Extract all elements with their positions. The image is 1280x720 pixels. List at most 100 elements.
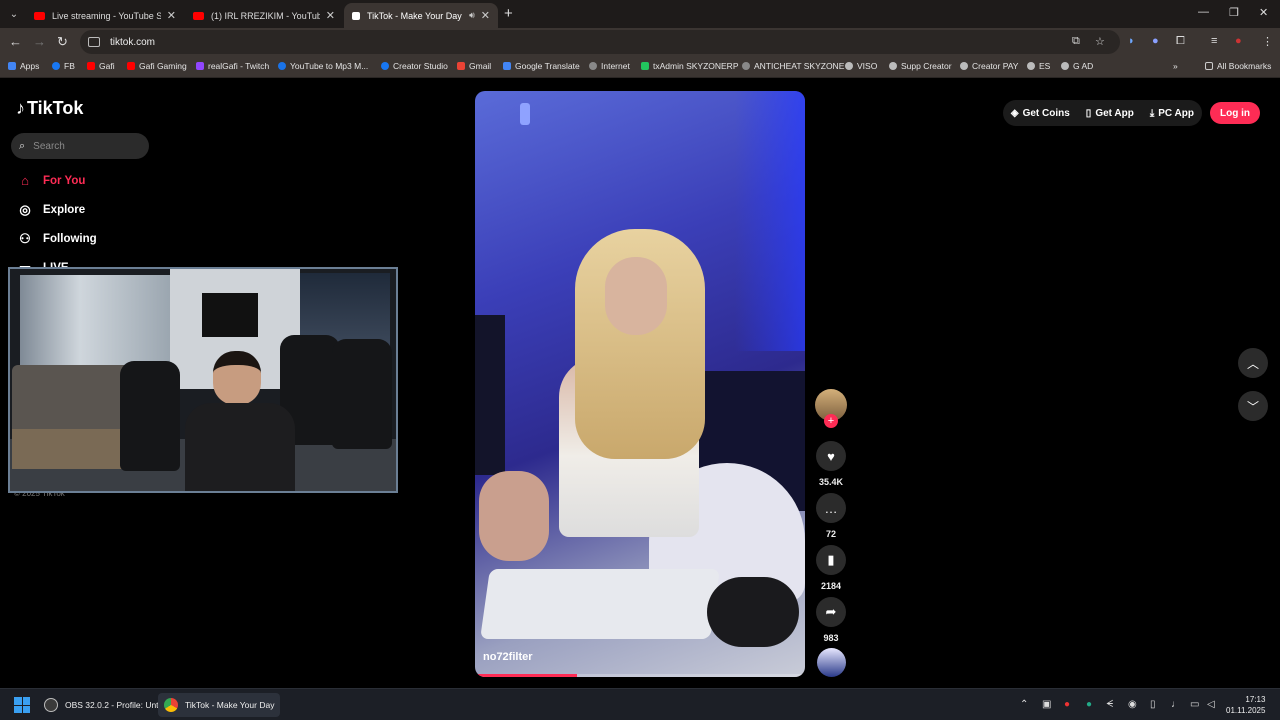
volume-icon[interactable]: ◁ <box>1207 699 1215 710</box>
tab-tiktok[interactable]: TikTok - Make Your Day 🔊︎ ✕ <box>344 3 498 28</box>
clock-date: 01.11.2025 <box>1226 706 1266 715</box>
network-icon[interactable]: ▭ <box>1190 699 1199 710</box>
like-action[interactable]: ♥ 35.4K <box>816 441 846 487</box>
bookmark-internet[interactable]: Internet <box>589 61 630 71</box>
previous-video-chevron-up-icon[interactable]: ︿ <box>1238 348 1268 378</box>
tiktok-logo[interactable]: ♪ TikTok <box>16 98 83 119</box>
next-video-chevron-down-icon[interactable]: ﹀ <box>1238 391 1268 421</box>
nav-explore[interactable]: ◎ Explore <box>16 202 85 218</box>
site-info-icon[interactable] <box>88 37 100 47</box>
taskbar-app-obs[interactable]: OBS 32.0.2 - Profile: Unt <box>38 693 165 717</box>
bookmarks-overflow-icon[interactable]: » <box>1173 61 1178 71</box>
bookmark-label: Gafi <box>99 61 115 71</box>
chrome-icon <box>164 698 178 712</box>
comment-icon[interactable]: … <box>816 493 846 523</box>
get-coins-button[interactable]: ◈ Get Coins <box>1002 100 1078 126</box>
bookmark-label: VISO <box>857 61 878 71</box>
save-count: 2184 <box>820 581 842 591</box>
download-icon: ⤓ <box>1149 107 1155 119</box>
pc-app-button[interactable]: ⤓ PC App <box>1141 100 1202 126</box>
taskbar-app-label: TikTok - Make Your Day <box>185 700 275 710</box>
tray-app-icon[interactable]: ▣ <box>1042 699 1051 710</box>
bookmark-fb[interactable]: FB <box>52 61 75 71</box>
bookmark-gmail[interactable]: Gmail <box>457 61 491 71</box>
tab-search-icon[interactable]: ⌄ <box>4 4 24 24</box>
extension-icon[interactable]: ◗ <box>1128 35 1135 47</box>
nav-label: Explore <box>43 204 86 216</box>
close-tab-icon[interactable]: ✕ <box>326 9 335 22</box>
following-icon: ⚇ <box>19 231 31 246</box>
close-tab-icon[interactable]: ✕ <box>167 9 176 22</box>
back-icon[interactable]: ← <box>9 34 22 49</box>
speaker-icon[interactable]: 🔊︎ <box>469 10 475 21</box>
ceiling-lamp <box>520 103 530 125</box>
close-tab-icon[interactable]: ✕ <box>481 9 490 22</box>
tray-app-icon[interactable]: ● <box>1086 699 1092 710</box>
usb-icon[interactable]: ▯ <box>1150 699 1156 710</box>
forward-icon[interactable]: → <box>33 34 46 49</box>
search-input[interactable]: ⌕ Search <box>11 133 149 159</box>
restore-icon[interactable]: ❐ <box>1229 6 1239 19</box>
minimize-icon[interactable]: — <box>1198 6 1209 18</box>
get-app-button[interactable]: ▯ Get App <box>1077 100 1142 126</box>
profile-avatar-icon[interactable]: ● <box>1235 35 1242 47</box>
system-clock[interactable]: 17:13 01.11.2025 <box>1226 694 1265 716</box>
obs-icon <box>44 698 58 712</box>
follow-plus-icon[interactable]: + <box>824 414 838 428</box>
save-action[interactable]: ▮ 2184 <box>816 545 846 591</box>
bookmark-icon[interactable]: ▮ <box>816 545 846 575</box>
bookmark-yt-mp3[interactable]: YouTube to Mp3 M... <box>278 61 368 71</box>
tab-youtube-studio[interactable]: Live streaming - YouTube Studio ✕ <box>26 3 184 28</box>
bookmark-apps[interactable]: Apps <box>8 61 39 71</box>
bookmark-supp-creator[interactable]: Supp Creator <box>889 61 952 71</box>
login-button[interactable]: Log in <box>1210 102 1260 124</box>
bookmark-viso[interactable]: VISO <box>845 61 877 71</box>
all-bookmarks-folder[interactable]: All Bookmarks <box>1205 61 1271 71</box>
comment-action[interactable]: … 72 <box>816 493 846 539</box>
address-bar[interactable]: tiktok.com <box>80 30 1120 54</box>
reload-icon[interactable]: ↻ <box>57 34 68 50</box>
heart-icon[interactable]: ♥ <box>816 441 846 471</box>
video-player[interactable]: no72filter <box>475 91 805 677</box>
tray-overflow-chevron-icon[interactable]: ⌃ <box>1020 699 1028 710</box>
extension-icon[interactable]: ● <box>1152 35 1159 47</box>
tray-app-icon[interactable]: ● <box>1064 699 1070 710</box>
tray-app-icon[interactable]: ᗕ <box>1106 699 1113 710</box>
close-window-icon[interactable]: ✕ <box>1259 6 1268 19</box>
media-control-icon[interactable]: ≡ <box>1211 35 1217 47</box>
bookmark-g-ad[interactable]: G AD <box>1061 61 1093 71</box>
bookmark-es[interactable]: ES <box>1027 61 1050 71</box>
new-tab-button[interactable]: + <box>504 5 513 22</box>
share-action[interactable]: ➦ 983 <box>816 597 846 643</box>
bookmark-label: YouTube to Mp3 M... <box>290 61 369 71</box>
bookmark-txadmin[interactable]: txAdmin SKYZONERP <box>641 61 739 71</box>
bookmark-gafi-gaming[interactable]: Gafi Gaming <box>127 61 187 71</box>
pc-app-label: PC App <box>1158 107 1194 119</box>
microphone-icon[interactable]: ♩ <box>1171 699 1181 710</box>
bookmark-creator-studio[interactable]: Creator Studio <box>381 61 448 71</box>
bookmark-creator-pay[interactable]: Creator PAY <box>960 61 1018 71</box>
share-arrow-icon[interactable]: ➦ <box>816 597 846 627</box>
bookmark-google-translate[interactable]: Google Translate <box>503 61 580 71</box>
twitch-icon <box>196 62 204 70</box>
bookmark-label: ES <box>1039 61 1051 71</box>
menu-kebab-icon[interactable]: ⋮ <box>1262 35 1273 48</box>
bookmark-anticheat[interactable]: ANTICHEAT SKYZONE <box>742 61 844 71</box>
nav-following[interactable]: ⚇ Following <box>16 231 96 247</box>
bookmark-label: Creator PAY <box>972 61 1019 71</box>
taskbar-app-chrome[interactable]: TikTok - Make Your Day <box>158 693 281 717</box>
install-app-icon[interactable]: ⧉ <box>1072 35 1080 48</box>
tiktok-page: ♪ TikTok ⌕ Search ⌂ For You ◎ Explore ⚇ … <box>0 80 1280 688</box>
video-username[interactable]: no72filter <box>483 651 533 663</box>
tab-youtube-irl[interactable]: (1) IRL RREZIKIM - YouTube ✕ <box>185 3 343 28</box>
bookmark-twitch[interactable]: realGafi - Twitch <box>196 61 269 71</box>
steam-icon[interactable]: ◉ <box>1128 699 1137 710</box>
person-arm <box>479 471 549 561</box>
nav-for-you[interactable]: ⌂ For You <box>16 173 85 188</box>
music-disc-avatar[interactable] <box>817 648 846 677</box>
globe-icon <box>589 62 597 70</box>
extensions-puzzle-icon[interactable]: ⧠ <box>1176 35 1185 48</box>
windows-start-icon[interactable] <box>14 697 30 713</box>
bookmark-gafi[interactable]: Gafi <box>87 61 115 71</box>
bookmark-star-icon[interactable]: ☆ <box>1095 35 1105 48</box>
